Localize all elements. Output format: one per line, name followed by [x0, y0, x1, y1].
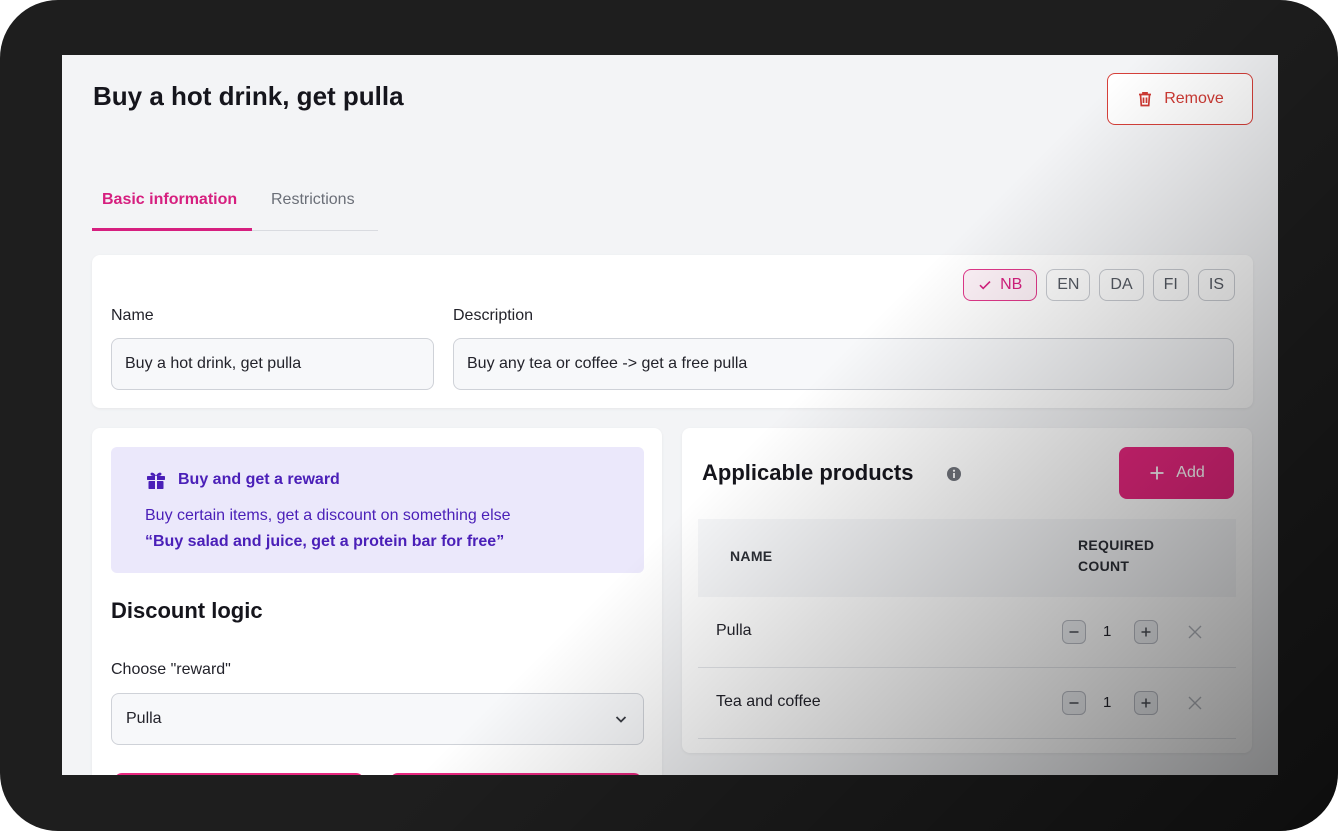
discount-card: Buy and get a reward Buy certain items, … — [92, 428, 662, 775]
tab-bar: Basic information Restrictions — [92, 185, 378, 231]
increment-button[interactable] — [1134, 620, 1158, 644]
table-row: Pulla 1 — [698, 597, 1236, 668]
partial-action-button[interactable] — [114, 773, 364, 775]
add-product-button[interactable]: Add — [1119, 447, 1234, 499]
lang-chip-en[interactable]: EN — [1046, 269, 1091, 301]
add-button-label: Add — [1176, 464, 1205, 481]
tab-basic-information[interactable]: Basic information — [102, 191, 237, 209]
discount-logic-title: Discount logic — [111, 598, 263, 623]
products-table-header: NAME REQUIRED COUNT — [698, 519, 1236, 597]
close-icon[interactable] — [1184, 621, 1206, 643]
info-icon[interactable] — [946, 466, 962, 482]
table-row: Tea and coffee 1 — [698, 668, 1236, 739]
promo-title: Buy and get a reward — [145, 469, 340, 491]
plus-icon — [1141, 627, 1151, 637]
check-icon — [979, 281, 991, 290]
name-label: Name — [111, 307, 154, 324]
remove-button-label: Remove — [1164, 90, 1224, 107]
plus-icon — [1150, 466, 1164, 480]
promo-title-text: Buy and get a reward — [178, 471, 340, 488]
reward-label: Choose "reward" — [111, 661, 231, 678]
column-header-name: NAME — [730, 548, 773, 564]
reward-select[interactable]: Pulla — [111, 693, 644, 745]
promo-subtitle: Buy certain items, get a discount on som… — [145, 507, 511, 524]
reward-select-value: Pulla — [126, 710, 162, 727]
promo-example: “Buy salad and juice, get a protein bar … — [145, 533, 505, 550]
minus-icon — [1069, 631, 1079, 633]
language-selector: NB EN DA FI IS — [963, 269, 1235, 301]
decrement-button[interactable] — [1062, 620, 1086, 644]
lang-chip-da[interactable]: DA — [1099, 269, 1144, 301]
required-count-value: 1 — [1103, 623, 1112, 640]
lang-chip-is[interactable]: IS — [1197, 269, 1235, 301]
gift-icon — [147, 472, 165, 489]
applicable-products-title: Applicable products — [702, 460, 914, 485]
minus-icon — [1069, 702, 1079, 704]
chevron-down-icon — [615, 716, 627, 723]
required-count-value: 1 — [1103, 694, 1112, 711]
tab-restrictions[interactable]: Restrictions — [271, 191, 355, 209]
promo-type-banner: Buy and get a reward Buy certain items, … — [111, 447, 644, 573]
page-title: Buy a hot drink, get pulla — [93, 81, 404, 111]
trash-icon — [1139, 91, 1152, 107]
plus-icon — [1141, 698, 1151, 708]
active-tab-indicator — [92, 228, 252, 231]
applicable-products-card: Applicable products Add NAME REQUIRED CO… — [682, 428, 1252, 753]
description-input[interactable] — [453, 338, 1234, 390]
close-icon[interactable] — [1184, 692, 1206, 714]
column-header-required-count: REQUIRED COUNT — [1078, 537, 1155, 574]
product-name: Pulla — [716, 622, 752, 639]
app-screen: Buy a hot drink, get pulla Remove Basic … — [62, 55, 1278, 775]
basic-info-card: NB EN DA FI IS Name Description — [92, 255, 1253, 408]
lang-chip-label: NB — [1000, 276, 1023, 293]
description-label: Description — [453, 307, 534, 324]
remove-button[interactable]: Remove — [1107, 73, 1253, 125]
decrement-button[interactable] — [1062, 691, 1086, 715]
lang-chip-nb[interactable]: NB — [963, 269, 1038, 301]
partial-action-button[interactable] — [390, 773, 642, 775]
name-input[interactable] — [111, 338, 434, 390]
product-name: Tea and coffee — [716, 693, 821, 710]
increment-button[interactable] — [1134, 691, 1158, 715]
lang-chip-fi[interactable]: FI — [1152, 269, 1189, 301]
